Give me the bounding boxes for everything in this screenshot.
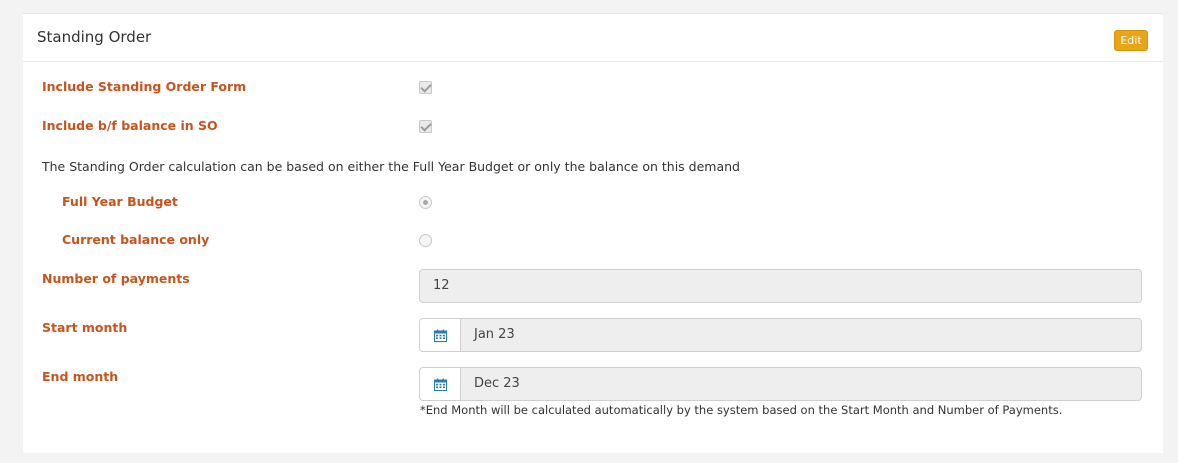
end-month-label: End month [42, 369, 119, 384]
include-so-form-label: Include Standing Order Form [42, 79, 247, 94]
include-bf-balance-label: Include b/f balance in SO [42, 118, 218, 133]
full-year-budget-label: Full Year Budget [62, 194, 178, 209]
start-month-input[interactable]: Jan 23 [460, 318, 1142, 352]
calendar-icon [434, 329, 447, 342]
include-so-form-checkbox[interactable] [419, 81, 432, 94]
number-of-payments-input[interactable]: 12 [419, 269, 1142, 303]
start-month-label: Start month [42, 320, 128, 335]
end-month-input[interactable]: Dec 23 [460, 367, 1142, 401]
edit-button[interactable]: Edit [1114, 30, 1148, 51]
include-bf-balance-checkbox[interactable] [419, 120, 432, 133]
standing-order-panel: Standing Order Edit Include Standing Ord… [23, 13, 1163, 453]
current-balance-only-label: Current balance only [62, 232, 210, 247]
number-of-payments-label: Number of payments [42, 271, 190, 286]
full-year-budget-radio[interactable] [419, 196, 432, 209]
calendar-icon [434, 378, 447, 391]
start-month-calendar-button[interactable] [419, 318, 461, 352]
panel-header: Standing Order Edit [23, 14, 1163, 62]
end-month-hint: *End Month will be calculated automatica… [420, 403, 1063, 417]
calculation-info-text: The Standing Order calculation can be ba… [42, 159, 740, 174]
current-balance-only-radio[interactable] [419, 234, 432, 247]
panel-title: Standing Order [37, 28, 152, 46]
end-month-calendar-button[interactable] [419, 367, 461, 401]
